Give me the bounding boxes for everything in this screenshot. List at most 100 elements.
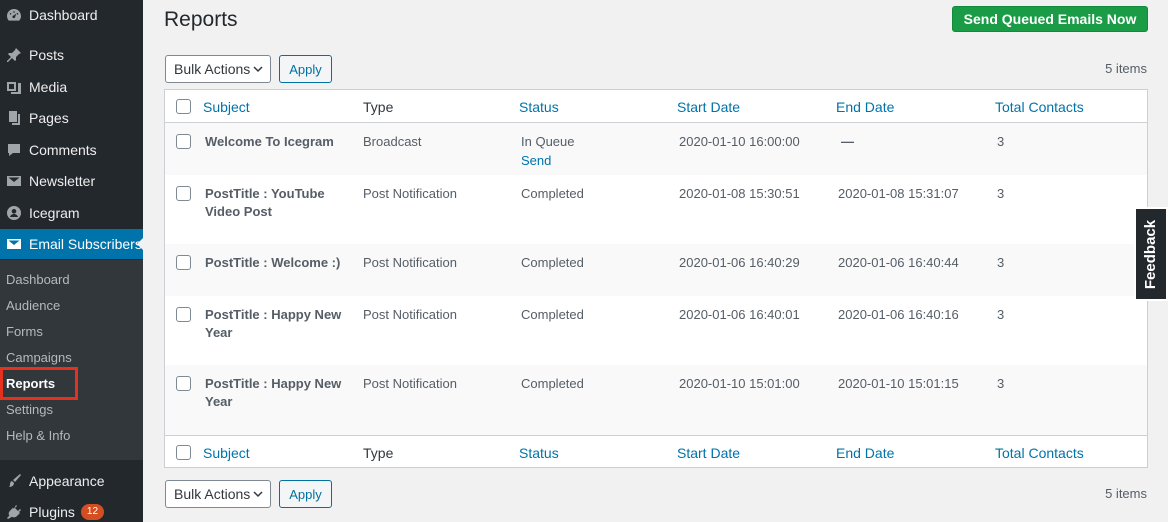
submenu-item-help[interactable]: Help & Info bbox=[6, 428, 70, 443]
sidebar-item-label: Media bbox=[29, 79, 68, 95]
submenu-item-audience[interactable]: Audience bbox=[6, 298, 60, 313]
table-row: Welcome To Icegram Broadcast In Queue Se… bbox=[165, 123, 1147, 175]
chevron-down-icon bbox=[253, 66, 263, 73]
table-row: PostTitle : YouTube Video Post Post Noti… bbox=[165, 175, 1147, 244]
items-count-bottom: 5 items bbox=[1105, 486, 1147, 501]
active-indicator bbox=[137, 237, 144, 251]
sidebar-item-label: Icegram bbox=[29, 205, 80, 221]
feedback-label: Feedback bbox=[1142, 219, 1160, 289]
media-icon bbox=[4, 77, 24, 97]
row-status: Completed bbox=[521, 307, 584, 322]
comment-icon bbox=[4, 140, 24, 160]
sidebar-item-media[interactable]: Media bbox=[0, 72, 143, 102]
sidebar-item-appearance[interactable]: Appearance bbox=[0, 466, 143, 496]
sidebar-item-comments[interactable]: Comments bbox=[0, 135, 143, 165]
column-status[interactable]: Status bbox=[519, 445, 559, 461]
column-total-contacts[interactable]: Total Contacts bbox=[995, 445, 1084, 461]
sidebar-item-label: Pages bbox=[29, 110, 69, 126]
column-subject[interactable]: Subject bbox=[203, 99, 250, 115]
reports-table: Subject Type Status Start Date End Date … bbox=[164, 89, 1148, 468]
row-start-date: 2020-01-10 16:00:00 bbox=[679, 134, 800, 149]
bulk-actions-select-top[interactable]: Bulk Actions bbox=[165, 55, 271, 83]
row-total-contacts: 3 bbox=[997, 134, 1005, 149]
sidebar-item-email-subscribers[interactable]: Email Subscribers bbox=[0, 229, 144, 259]
submenu-item-settings[interactable]: Settings bbox=[6, 402, 53, 417]
row-end-date: — bbox=[841, 134, 854, 149]
row-total-contacts: 3 bbox=[997, 186, 1005, 201]
row-subject[interactable]: PostTitle : Happy New Year bbox=[205, 375, 345, 411]
dashboard-icon bbox=[4, 5, 24, 25]
submenu-item-dashboard[interactable]: Dashboard bbox=[6, 272, 70, 287]
row-start-date: 2020-01-06 16:40:29 bbox=[679, 255, 800, 270]
column-end-date[interactable]: End Date bbox=[836, 99, 894, 115]
row-total-contacts: 3 bbox=[997, 376, 1005, 391]
row-type: Post Notification bbox=[363, 255, 457, 270]
sidebar-item-label: Newsletter bbox=[29, 173, 96, 189]
select-all-checkbox[interactable] bbox=[176, 99, 191, 114]
row-checkbox[interactable] bbox=[176, 134, 191, 149]
row-type: Post Notification bbox=[363, 186, 457, 201]
column-status[interactable]: Status bbox=[519, 99, 559, 115]
sidebar-item-label: Appearance bbox=[29, 473, 105, 489]
sidebar-item-newsletter[interactable]: Newsletter bbox=[0, 166, 143, 196]
column-subject[interactable]: Subject bbox=[203, 445, 250, 461]
brush-icon bbox=[4, 471, 24, 491]
sidebar-item-posts[interactable]: Posts bbox=[0, 40, 143, 70]
page-title: Reports bbox=[164, 8, 238, 31]
column-start-date[interactable]: Start Date bbox=[677, 445, 740, 461]
sidebar-item-dashboard[interactable]: Dashboard bbox=[0, 0, 143, 30]
row-checkbox[interactable] bbox=[176, 186, 191, 201]
row-subject[interactable]: PostTitle : Welcome :) bbox=[205, 254, 345, 272]
row-start-date: 2020-01-08 15:30:51 bbox=[679, 186, 800, 201]
plugins-update-badge: 12 bbox=[80, 504, 105, 520]
row-type: Post Notification bbox=[363, 376, 457, 391]
bulk-actions-label: Bulk Actions bbox=[174, 61, 251, 77]
row-subject[interactable]: Welcome To Icegram bbox=[205, 133, 345, 151]
column-start-date[interactable]: Start Date bbox=[677, 99, 740, 115]
row-end-date: 2020-01-10 15:01:15 bbox=[838, 376, 959, 391]
bulk-actions-select-bottom[interactable]: Bulk Actions bbox=[165, 480, 271, 508]
row-status: Completed bbox=[521, 255, 584, 270]
pages-icon bbox=[4, 108, 24, 128]
row-checkbox[interactable] bbox=[176, 376, 191, 391]
row-start-date: 2020-01-10 15:01:00 bbox=[679, 376, 800, 391]
submenu-item-campaigns[interactable]: Campaigns bbox=[6, 350, 72, 365]
send-queued-emails-button[interactable]: Send Queued Emails Now bbox=[952, 6, 1148, 32]
row-checkbox[interactable] bbox=[176, 255, 191, 270]
sidebar-item-label: Dashboard bbox=[29, 7, 98, 23]
row-status: Completed bbox=[521, 186, 584, 201]
row-subject[interactable]: PostTitle : YouTube Video Post bbox=[205, 185, 345, 221]
send-link[interactable]: Send bbox=[521, 152, 551, 170]
bulk-actions-label: Bulk Actions bbox=[174, 486, 251, 502]
sidebar-item-label: Posts bbox=[29, 47, 65, 63]
table-row: PostTitle : Happy New Year Post Notifica… bbox=[165, 296, 1147, 365]
row-checkbox[interactable] bbox=[176, 307, 191, 322]
sidebar-item-icegram[interactable]: Icegram bbox=[0, 198, 143, 228]
submenu-item-forms[interactable]: Forms bbox=[6, 324, 43, 339]
column-end-date[interactable]: End Date bbox=[836, 445, 894, 461]
sidebar-item-pages[interactable]: Pages bbox=[0, 103, 143, 133]
sidebar-item-label: Email Subscribers bbox=[29, 236, 142, 252]
column-total-contacts[interactable]: Total Contacts bbox=[995, 99, 1084, 115]
pin-icon bbox=[4, 45, 24, 65]
row-status: Completed bbox=[521, 376, 584, 391]
admin-sidebar: Dashboard Posts Media Pages Comments New… bbox=[0, 0, 144, 522]
row-status: In Queue bbox=[521, 134, 575, 149]
items-count-top: 5 items bbox=[1105, 61, 1147, 76]
email-subscribers-submenu: Dashboard Audience Forms Campaigns Repor… bbox=[0, 260, 143, 460]
select-all-checkbox-footer[interactable] bbox=[176, 445, 191, 460]
chevron-down-icon bbox=[253, 491, 263, 498]
row-start-date: 2020-01-06 16:40:01 bbox=[679, 307, 800, 322]
apply-button-top[interactable]: Apply bbox=[279, 55, 332, 83]
row-subject[interactable]: PostTitle : Happy New Year bbox=[205, 306, 345, 342]
table-header: Subject Type Status Start Date End Date … bbox=[165, 90, 1147, 123]
reports-highlight-box bbox=[0, 367, 78, 400]
feedback-tab[interactable]: Feedback bbox=[1134, 207, 1168, 301]
apply-button-bottom[interactable]: Apply bbox=[279, 480, 332, 508]
row-total-contacts: 3 bbox=[997, 307, 1005, 322]
plug-icon bbox=[4, 502, 24, 522]
table-row: PostTitle : Happy New Year Post Notifica… bbox=[165, 365, 1147, 435]
mail-icon bbox=[4, 171, 24, 191]
sidebar-item-plugins[interactable]: Plugins 12 bbox=[0, 497, 143, 522]
row-end-date: 2020-01-06 16:40:16 bbox=[838, 307, 959, 322]
